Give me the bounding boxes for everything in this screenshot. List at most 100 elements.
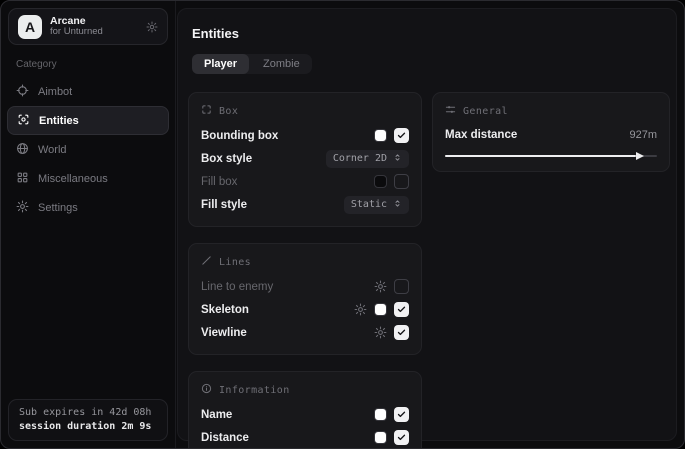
setting-row-distance: Distance bbox=[201, 426, 409, 449]
category-label: Category bbox=[16, 59, 175, 70]
setting-label: Line to enemy bbox=[201, 281, 273, 293]
sidebar-item-entities[interactable]: Entities bbox=[7, 106, 169, 135]
lines-card-header: Lines bbox=[201, 253, 409, 271]
gear-icon[interactable] bbox=[374, 280, 387, 293]
check-icon bbox=[397, 328, 406, 337]
setting-label: Bounding box bbox=[201, 130, 278, 142]
setting-label: Skeleton bbox=[201, 304, 249, 316]
lines-card: Lines Line to enemy Skeleton bbox=[188, 243, 422, 355]
information-card-title: Information bbox=[219, 385, 290, 396]
setting-label: Viewline bbox=[201, 327, 247, 339]
setting-row-skeleton: Skeleton bbox=[201, 298, 409, 321]
slider-thumb[interactable] bbox=[636, 152, 644, 160]
information-card: Information Name Distance bbox=[188, 371, 422, 449]
check-icon bbox=[397, 410, 406, 419]
subscription-card: Sub expires in 42d 08h session duration … bbox=[8, 399, 168, 441]
content-columns: Box Bounding box Box style Corne bbox=[188, 92, 670, 449]
app-window: A Arcane for Unturned Category Aimbot En… bbox=[0, 0, 685, 449]
bounding-box-checkbox[interactable] bbox=[394, 128, 409, 143]
grid-icon bbox=[16, 171, 29, 187]
color-swatch[interactable] bbox=[374, 129, 387, 142]
box-style-dropdown-value: Corner 2D bbox=[333, 153, 387, 164]
slider-fill bbox=[445, 155, 636, 157]
info-icon bbox=[201, 383, 212, 397]
brand-logo: A bbox=[18, 15, 42, 39]
fill-box-checkbox[interactable] bbox=[394, 174, 409, 189]
name-checkbox[interactable] bbox=[394, 407, 409, 422]
box-card: Box Bounding box Box style Corne bbox=[188, 92, 422, 227]
max-distance-label: Max distance bbox=[445, 129, 517, 141]
brand-text: Arcane for Unturned bbox=[50, 15, 103, 38]
setting-label: Name bbox=[201, 409, 232, 421]
left-column: Box Bounding box Box style Corne bbox=[188, 92, 422, 449]
box-card-header: Box bbox=[201, 102, 409, 120]
color-swatch[interactable] bbox=[374, 408, 387, 421]
setting-row-name: Name bbox=[201, 403, 409, 426]
line-to-enemy-checkbox[interactable] bbox=[394, 279, 409, 294]
max-distance-value: 927m bbox=[629, 129, 657, 141]
sub-expiry-text: Sub expires in 42d 08h bbox=[19, 407, 157, 418]
sidebar: A Arcane for Unturned Category Aimbot En… bbox=[1, 1, 176, 448]
setting-row-line-to-enemy: Line to enemy bbox=[201, 275, 409, 298]
information-card-header: Information bbox=[201, 381, 409, 399]
setting-label: Box style bbox=[201, 153, 252, 165]
box-style-dropdown[interactable]: Corner 2D bbox=[326, 150, 409, 168]
skeleton-checkbox[interactable] bbox=[394, 302, 409, 317]
main-panel: Entities Player Zombie Box Bounding box bbox=[177, 8, 677, 441]
setting-row-fill-box: Fill box bbox=[201, 170, 409, 193]
setting-row-box-style: Box style Corner 2D bbox=[201, 147, 409, 170]
max-distance-row: Max distance 927m bbox=[445, 124, 657, 146]
gear-icon[interactable] bbox=[354, 303, 367, 316]
setting-label: Distance bbox=[201, 432, 249, 444]
sidebar-item-miscellaneous[interactable]: Miscellaneous bbox=[1, 164, 175, 193]
box-corners-icon bbox=[201, 104, 212, 118]
check-icon bbox=[397, 305, 406, 314]
right-column: General Max distance 927m bbox=[432, 92, 670, 172]
setting-row-fill-style: Fill style Static bbox=[201, 193, 409, 216]
gear-icon bbox=[16, 200, 29, 216]
scan-icon bbox=[17, 113, 30, 129]
sidebar-item-label: Aimbot bbox=[38, 86, 72, 98]
general-card-header: General bbox=[445, 102, 657, 120]
brand-card: A Arcane for Unturned bbox=[8, 8, 168, 45]
session-duration-text: session duration 2m 9s bbox=[19, 421, 157, 432]
page-title: Entities bbox=[192, 26, 670, 41]
setting-label: Fill style bbox=[201, 199, 247, 211]
sidebar-nav: Aimbot Entities World Miscellaneous Sett… bbox=[1, 77, 175, 222]
sidebar-item-aimbot[interactable]: Aimbot bbox=[1, 77, 175, 106]
gear-icon[interactable] bbox=[374, 326, 387, 339]
viewline-checkbox[interactable] bbox=[394, 325, 409, 340]
gear-icon[interactable] bbox=[146, 21, 158, 33]
color-swatch[interactable] bbox=[374, 303, 387, 316]
setting-row-bounding-box: Bounding box bbox=[201, 124, 409, 147]
chevrons-updown-icon bbox=[393, 153, 402, 165]
fill-style-dropdown[interactable]: Static bbox=[344, 196, 409, 214]
diagonal-line-icon bbox=[201, 255, 212, 269]
sidebar-item-label: Entities bbox=[39, 115, 79, 127]
sidebar-item-settings[interactable]: Settings bbox=[1, 193, 175, 222]
distance-checkbox[interactable] bbox=[394, 430, 409, 445]
setting-label: Fill box bbox=[201, 176, 237, 188]
tab-player[interactable]: Player bbox=[192, 54, 249, 74]
crosshair-icon bbox=[16, 84, 29, 100]
sidebar-item-label: Settings bbox=[38, 202, 78, 214]
entity-tabs: Player Zombie bbox=[192, 54, 312, 74]
tab-zombie[interactable]: Zombie bbox=[251, 54, 312, 74]
brand-subtitle: for Unturned bbox=[50, 27, 103, 38]
check-icon bbox=[397, 131, 406, 140]
sidebar-item-world[interactable]: World bbox=[1, 135, 175, 164]
globe-icon bbox=[16, 142, 29, 158]
color-swatch[interactable] bbox=[374, 431, 387, 444]
check-icon bbox=[397, 433, 406, 442]
sidebar-item-label: Miscellaneous bbox=[38, 173, 108, 185]
setting-row-viewline: Viewline bbox=[201, 321, 409, 344]
fill-style-dropdown-value: Static bbox=[351, 199, 387, 210]
lines-card-title: Lines bbox=[219, 257, 251, 268]
sliders-icon bbox=[445, 104, 456, 118]
chevrons-updown-icon bbox=[393, 199, 402, 211]
color-swatch[interactable] bbox=[374, 175, 387, 188]
sidebar-item-label: World bbox=[38, 144, 67, 156]
general-card: General Max distance 927m bbox=[432, 92, 670, 172]
general-card-title: General bbox=[463, 106, 508, 117]
max-distance-slider[interactable] bbox=[445, 151, 657, 161]
